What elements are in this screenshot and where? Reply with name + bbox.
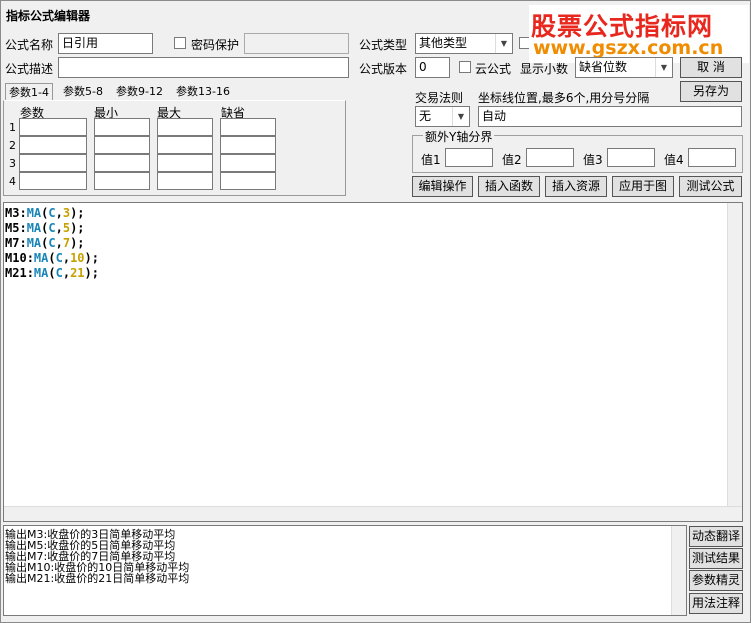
param-row-3-label: 3 <box>9 157 16 170</box>
type-select[interactable]: 其他类型 ▼ <box>415 33 513 54</box>
password-input[interactable] <box>244 33 349 54</box>
tab-params-13-16[interactable]: 参数13-16 <box>173 83 233 100</box>
version-input[interactable]: 0 <box>415 57 450 78</box>
tab-params-5-8[interactable]: 参数5-8 <box>60 83 106 100</box>
type-select-value: 其他类型 <box>419 36 468 50</box>
desc-input[interactable] <box>58 57 349 78</box>
val3-input[interactable] <box>607 148 655 167</box>
name-label: 公式名称 <box>5 38 54 52</box>
code-editor[interactable]: M3:MA(C,3); M5:MA(C,5); M7:MA(C,7); M10:… <box>3 202 743 522</box>
param-4-name[interactable] <box>19 172 87 190</box>
cloud-checkbox[interactable] <box>459 61 471 73</box>
code-line: M3:MA(C,3); <box>5 206 85 220</box>
output-panel: 输出M3:收盘价的3日简单移动平均 输出M5:收盘价的5日简单移动平均 输出M7… <box>3 525 687 616</box>
params-panel: 参数 最小 最大 缺省 1 2 3 4 <box>3 100 346 196</box>
param-row-2-label: 2 <box>9 139 16 152</box>
param-1-min[interactable] <box>94 118 150 136</box>
editor-horizontal-scrollbar[interactable] <box>4 506 742 521</box>
param-3-name[interactable] <box>19 154 87 172</box>
usage-note-button[interactable]: 用法注释 <box>689 593 743 614</box>
extra-y-axis-label: 额外Y轴分界 <box>423 128 495 145</box>
param-3-max[interactable] <box>157 154 213 172</box>
chevron-down-icon: ▼ <box>495 34 512 53</box>
cancel-button[interactable]: 取 消 <box>680 57 742 78</box>
val2-input[interactable] <box>526 148 574 167</box>
type-label: 公式类型 <box>359 38 408 52</box>
val3-label: 值3 <box>583 153 603 167</box>
code-line: M10:MA(C,10); <box>5 251 99 265</box>
watermark-url: www.gszx.com.cn <box>533 37 724 59</box>
code-line: M5:MA(C,5); <box>5 221 85 235</box>
chevron-down-icon: ▼ <box>452 107 469 126</box>
test-result-button[interactable]: 测试结果 <box>689 548 743 569</box>
extra-y-axis-group: 额外Y轴分界 值1 值2 值3 值4 <box>412 128 743 173</box>
param-4-max[interactable] <box>157 172 213 190</box>
param-2-min[interactable] <box>94 136 150 154</box>
param-wizard-button[interactable]: 参数精灵 <box>689 570 743 591</box>
insert-function-button[interactable]: 插入函数 <box>478 176 540 197</box>
coord-label: 坐标线位置,最多6个,用分号分隔 <box>478 91 650 105</box>
val4-input[interactable] <box>688 148 736 167</box>
param-4-min[interactable] <box>94 172 150 190</box>
tab-params-9-12[interactable]: 参数9-12 <box>113 83 166 100</box>
formula-editor-window: 指标公式编辑器 公式名称 日引用 密码保护 公式类型 其他类型 ▼ 股票公式指标… <box>0 0 751 623</box>
version-label: 公式版本 <box>359 62 408 76</box>
param-2-max[interactable] <box>157 136 213 154</box>
val4-label: 值4 <box>664 153 684 167</box>
param-1-name[interactable] <box>19 118 87 136</box>
output-line: 输出M21:收盘价的21日简单移动平均 <box>5 572 190 585</box>
name-input[interactable]: 日引用 <box>58 33 153 54</box>
decimals-select[interactable]: 缺省位数 ▼ <box>575 57 673 78</box>
code-line: M21:MA(C,21); <box>5 266 99 280</box>
editor-vertical-scrollbar[interactable] <box>727 203 742 521</box>
insert-resource-button[interactable]: 插入资源 <box>545 176 607 197</box>
param-2-default[interactable] <box>220 136 276 154</box>
param-1-max[interactable] <box>157 118 213 136</box>
param-3-min[interactable] <box>94 154 150 172</box>
trade-rule-label: 交易法则 <box>415 91 464 105</box>
password-label: 密码保护 <box>191 38 240 52</box>
val2-label: 值2 <box>502 153 522 167</box>
watermark: 股票公式指标网 www.gszx.com.cn <box>529 5 749 63</box>
decimals-label: 显示小数 <box>520 62 569 76</box>
param-1-default[interactable] <box>220 118 276 136</box>
save-as-button[interactable]: 另存为 <box>680 81 742 102</box>
param-2-name[interactable] <box>19 136 87 154</box>
password-checkbox[interactable] <box>174 37 186 49</box>
coord-input[interactable]: 自动 <box>478 106 742 127</box>
cloud-label: 云公式 <box>475 62 512 76</box>
tab-params-1-4[interactable]: 参数1-4 <box>5 83 53 101</box>
edit-operations-button[interactable]: 编辑操作 <box>412 176 473 197</box>
val1-input[interactable] <box>445 148 493 167</box>
param-3-default[interactable] <box>220 154 276 172</box>
test-formula-button[interactable]: 测试公式 <box>679 176 742 197</box>
desc-label: 公式描述 <box>5 62 54 76</box>
chevron-down-icon: ▼ <box>655 58 672 77</box>
decimals-select-value: 缺省位数 <box>579 60 628 74</box>
trade-rule-value: 无 <box>419 109 432 123</box>
val1-label: 值1 <box>421 153 441 167</box>
param-row-4-label: 4 <box>9 175 16 188</box>
dynamic-translate-button[interactable]: 动态翻译 <box>689 526 743 547</box>
window-title: 指标公式编辑器 <box>6 9 91 23</box>
apply-to-chart-button[interactable]: 应用于图 <box>612 176 674 197</box>
param-4-default[interactable] <box>220 172 276 190</box>
param-row-1-label: 1 <box>9 121 16 134</box>
trade-rule-select[interactable]: 无 ▼ <box>415 106 470 127</box>
code-line: M7:MA(C,7); <box>5 236 85 250</box>
output-vertical-scrollbar[interactable] <box>671 526 686 615</box>
